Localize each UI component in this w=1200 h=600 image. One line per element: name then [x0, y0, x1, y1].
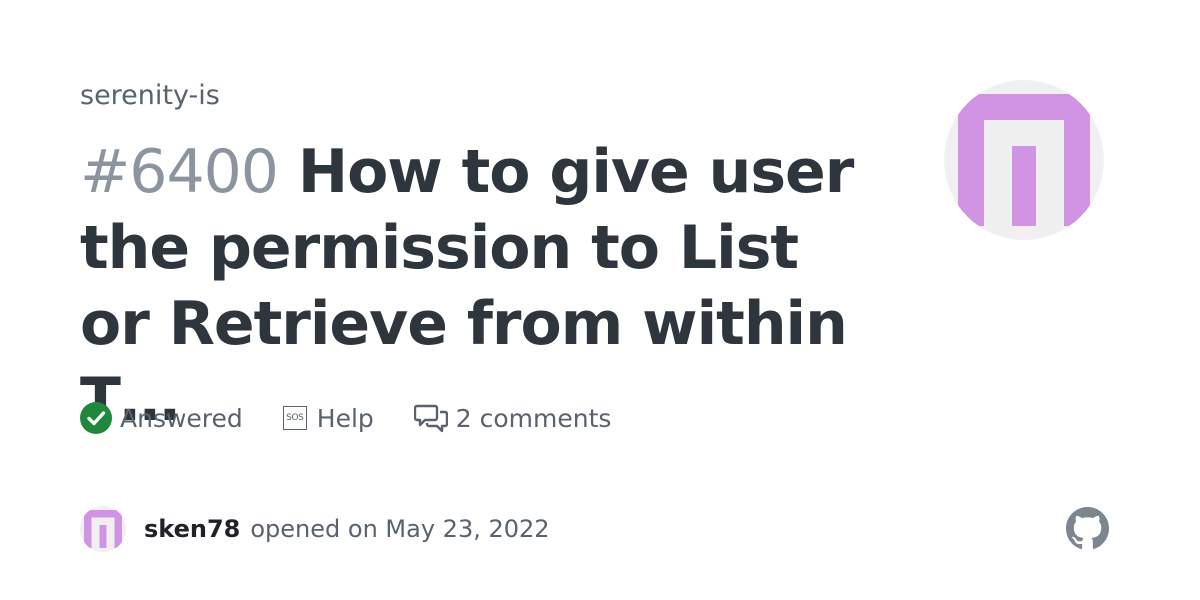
repo-owner[interactable]: serenity-is	[80, 80, 220, 111]
status-badge: Answered	[80, 402, 243, 434]
author-username[interactable]: sken78	[144, 515, 240, 543]
comments-count-item[interactable]: 2 comments	[413, 403, 612, 433]
issue-author-line: sken78 opened on May 23, 2022	[80, 506, 550, 552]
identicon-small-icon	[80, 506, 126, 552]
comment-discussion-icon	[413, 403, 448, 433]
author-avatar[interactable]	[80, 506, 126, 552]
issue-meta: Answered SOS Help 2 comments	[80, 398, 651, 438]
github-mark-icon[interactable]	[1066, 507, 1109, 550]
comments-count: 2 comments	[455, 403, 612, 433]
issue-number: #6400	[80, 137, 279, 207]
identicon-large-icon	[944, 80, 1104, 240]
repo-avatar[interactable]	[944, 80, 1104, 240]
issue-title-heading: #6400 How to give user the permission to…	[80, 134, 860, 438]
category-label-item[interactable]: SOS Help	[282, 403, 374, 433]
sos-icon: SOS	[282, 406, 307, 430]
status-label: Answered	[120, 403, 243, 433]
check-circle-icon	[80, 402, 112, 434]
category-label: Help	[316, 403, 374, 433]
opened-date: opened on May 23, 2022	[250, 515, 550, 543]
